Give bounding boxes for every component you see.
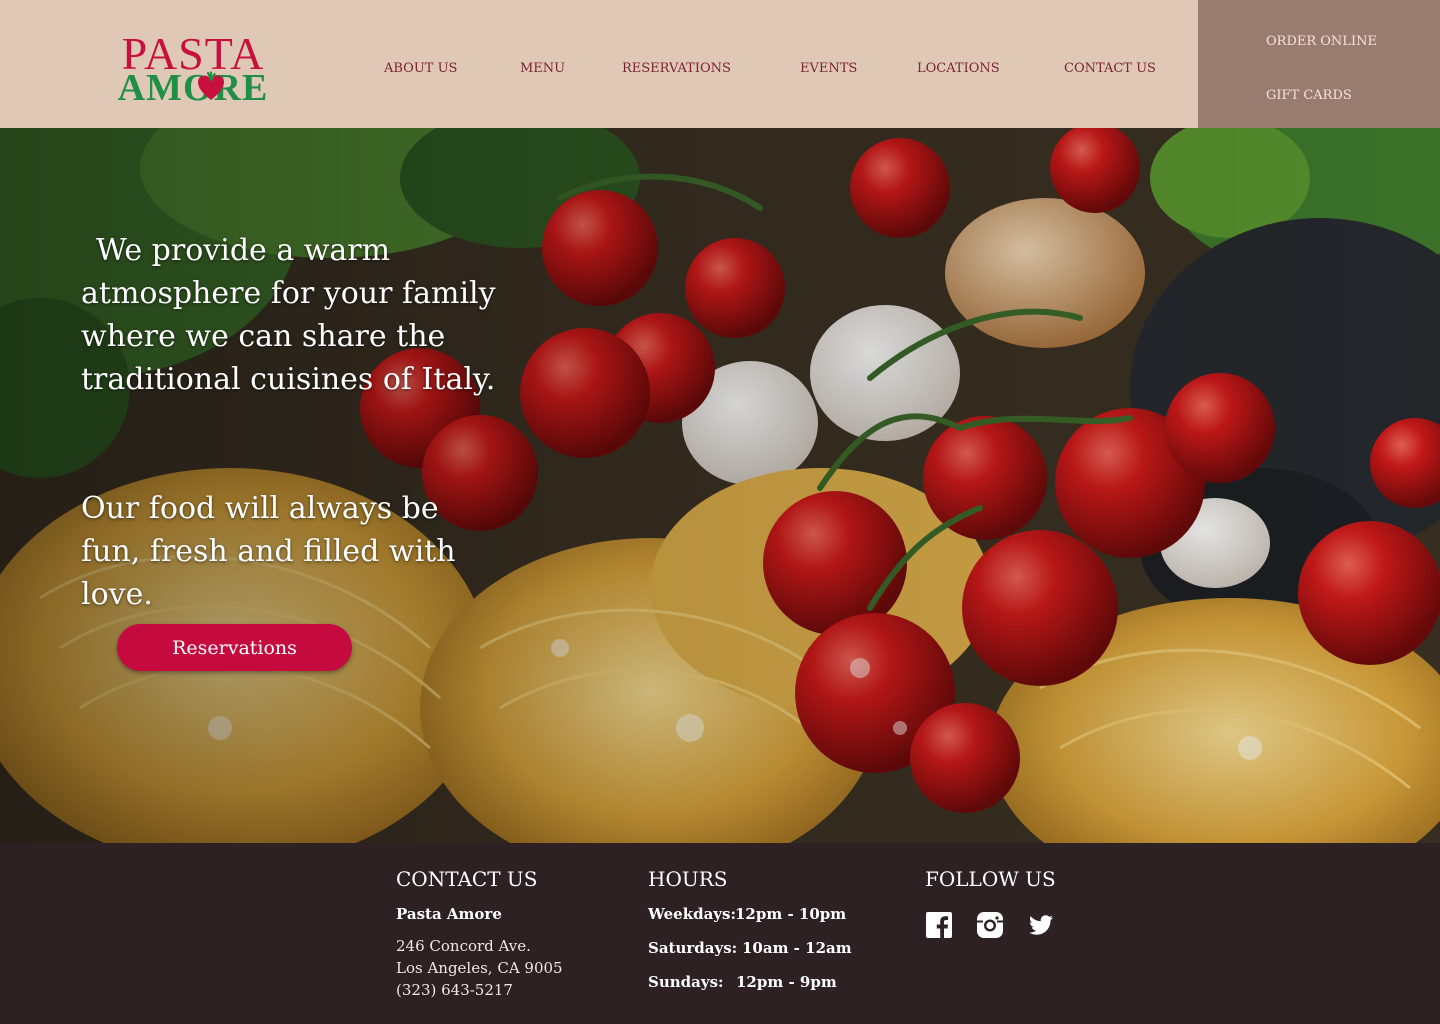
site-footer: CONTACT US Pasta Amore 246 Concord Ave. … [0,843,1440,1024]
logo-wordmark-bottom: AMORE [117,67,269,109]
order-online-link[interactable]: ORDER ONLINE [1266,34,1377,50]
hero-promise-line: Our food will always be [81,491,439,526]
nav-about-us[interactable]: ABOUT US [384,61,457,77]
hours-time: 12pm - 10pm [735,905,847,923]
hero-banner: We provide a warm atmosphere for your fa… [0,128,1440,843]
footer-follow-heading: FOLLOW US [925,867,1056,891]
footer-business-name: Pasta Amore [396,905,502,923]
nav-events[interactable]: EVENTS [800,61,857,77]
twitter-icon[interactable] [1027,911,1055,939]
hero-promise-line: fun, fresh and filled with [81,534,456,569]
footer-address-line1: 246 Concord Ave. [396,937,531,955]
hero-intro-line: We provide a warm [96,233,391,268]
hours-row-sundays: Sundays: 12pm - 9pm [648,971,837,993]
hours-row-saturdays: Saturdays: 10am - 12am [648,937,852,959]
reservations-button[interactable]: Reservations [117,624,352,671]
hours-row-weekdays: Weekdays: 12pm - 10pm [648,903,846,925]
hours-time: 12pm - 9pm [736,973,837,991]
hours-day: Weekdays: [648,905,737,923]
nav-locations[interactable]: LOCATIONS [917,61,1000,77]
footer-hours-heading: HOURS [648,867,728,891]
footer-address-line2: Los Angeles, CA 9005 [396,959,563,977]
nav-reservations[interactable]: RESERVATIONS [622,61,731,77]
footer-contact-heading: CONTACT US [396,867,538,891]
hours-time: 10am - 12am [742,939,852,957]
hours-day: Saturdays: [648,939,738,957]
hero-promise-text: Our food will always be fun, fresh and f… [81,487,456,616]
nav-contact-us[interactable]: CONTACT US [1064,61,1156,77]
pasta-amore-logo[interactable]: PASTA AMORE [96,31,290,109]
order-side-panel: ORDER ONLINE GIFT CARDS [1198,0,1440,128]
tomato-heart-icon [198,71,224,100]
hero-intro-line: where we can share the [81,319,446,354]
footer-phone[interactable]: (323) 643-5217 [396,979,513,1001]
hero-intro-line: atmosphere for your family [81,276,496,311]
hero-intro-text: We provide a warm atmosphere for your fa… [81,229,496,401]
hours-day: Sundays: [648,973,724,991]
site-header: PASTA AMORE ABOUT US MENU RESERVATIONS E… [0,0,1440,128]
facebook-icon[interactable] [925,911,953,939]
hero-intro-line: traditional cuisines of Italy. [81,362,496,397]
nav-menu[interactable]: MENU [520,61,565,77]
gift-cards-link[interactable]: GIFT CARDS [1266,88,1352,104]
instagram-icon[interactable] [976,911,1004,939]
hero-promise-line: love. [81,577,153,612]
